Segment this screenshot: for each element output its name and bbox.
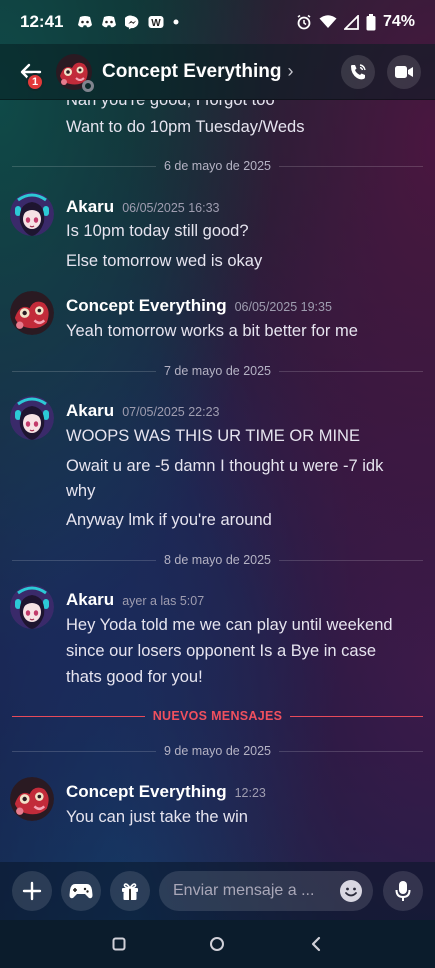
message-text: You can just take the win xyxy=(66,808,248,826)
square-icon xyxy=(112,937,126,951)
system-navigation-bar xyxy=(0,920,435,968)
circle-icon xyxy=(210,937,225,951)
message-text: Nah you're good, I forgot too xyxy=(66,100,275,109)
message-text: Hey Yoda told me we can play until weeke… xyxy=(66,616,393,634)
message-header: Akaru 06/05/2025 16:33 xyxy=(66,197,220,217)
app-screen: 12:41 W 74% 1 Concept Everything › Nah y… xyxy=(0,0,435,968)
message-timestamp: 07/05/2025 22:23 xyxy=(122,405,220,419)
message-text: Want to do 10pm Tuesday/Weds xyxy=(66,118,305,136)
battery-percent: 74% xyxy=(382,13,415,30)
battery-icon xyxy=(366,13,376,30)
back-nav-button[interactable] xyxy=(296,924,336,964)
channel-title[interactable]: Concept Everything xyxy=(102,61,281,83)
message-text: Is 10pm today still good? xyxy=(66,222,249,240)
date-divider: 8 de mayo de 2025 xyxy=(12,550,423,570)
message-text: WOOPS WAS THIS UR TIME OR MINE xyxy=(66,427,360,445)
status-time: 12:41 xyxy=(20,12,64,31)
message-header: Akaru 07/05/2025 22:23 xyxy=(66,401,220,421)
offline-status-dot xyxy=(82,79,94,92)
message-input-wrapper xyxy=(159,871,373,911)
home-button[interactable] xyxy=(197,924,237,964)
avatar[interactable] xyxy=(56,53,94,92)
avatar[interactable] xyxy=(10,777,54,821)
message-text: Anyway lmk if you're around xyxy=(66,511,272,529)
system-icons: 74% xyxy=(296,13,415,31)
robot-avatar-icon xyxy=(10,291,54,335)
chevron-left-icon xyxy=(311,936,320,952)
date-divider-label: 9 de mayo de 2025 xyxy=(163,744,272,758)
avatar[interactable] xyxy=(10,192,54,236)
author-name[interactable]: Akaru xyxy=(66,590,114,610)
date-divider: 9 de mayo de 2025 xyxy=(12,741,423,761)
author-name[interactable]: Concept Everything xyxy=(66,782,227,802)
signal-icon xyxy=(343,14,359,30)
anime-girl-avatar-icon xyxy=(10,396,54,440)
chevron-right-icon[interactable]: › xyxy=(287,61,293,82)
avatar[interactable] xyxy=(10,585,54,629)
avatar[interactable] xyxy=(10,396,54,440)
message-text: since our losers opponent Is a Bye in ca… xyxy=(66,642,377,660)
message-header: Concept Everything 12:23 xyxy=(66,782,266,802)
date-divider-label: 6 de mayo de 2025 xyxy=(163,159,272,173)
emoji-icon[interactable] xyxy=(339,879,363,903)
plus-icon xyxy=(22,881,42,901)
new-messages-divider: NUEVOS MENSAJES xyxy=(12,706,423,726)
activities-button[interactable] xyxy=(61,871,101,911)
add-attachment-button[interactable] xyxy=(12,871,52,911)
message-text: Owait u are -5 damn I thought u were -7 … xyxy=(66,457,384,475)
voice-call-button[interactable] xyxy=(341,54,375,89)
message-header: Akaru ayer a las 5:07 xyxy=(66,590,204,610)
message-timestamp: ayer a las 5:07 xyxy=(122,594,205,608)
recents-button[interactable] xyxy=(99,924,139,964)
author-name[interactable]: Concept Everything xyxy=(66,296,227,316)
message-text: why xyxy=(66,482,96,500)
voice-message-button[interactable] xyxy=(383,871,423,911)
message-text: thats good for you! xyxy=(66,668,203,686)
status-bar: 12:41 W 74% xyxy=(0,0,435,44)
webtoon-icon: W xyxy=(148,16,164,29)
message-timestamp: 12:23 xyxy=(234,786,266,800)
video-call-button[interactable] xyxy=(387,54,421,89)
dot-icon xyxy=(173,19,179,25)
message-timestamp: 06/05/2025 19:35 xyxy=(234,300,332,314)
gift-button[interactable] xyxy=(110,871,150,911)
date-divider: 6 de mayo de 2025 xyxy=(12,156,423,176)
unread-badge: 1 xyxy=(26,72,44,91)
robot-avatar-icon xyxy=(10,777,54,821)
message-timestamp: 06/05/2025 16:33 xyxy=(122,201,220,215)
avatar[interactable] xyxy=(10,291,54,335)
video-call-icon xyxy=(395,65,413,78)
back-button[interactable]: 1 xyxy=(14,55,48,91)
message-input[interactable] xyxy=(173,882,339,900)
message-header: Concept Everything 06/05/2025 19:35 xyxy=(66,296,332,316)
alarm-icon xyxy=(297,14,311,30)
message-list[interactable]: Nah you're good, I forgot too Want to do… xyxy=(0,100,435,858)
svg-text:W: W xyxy=(152,18,162,29)
discord-icon xyxy=(78,16,93,28)
message-composer xyxy=(0,862,435,920)
message-text: Else tomorrow wed is okay xyxy=(66,252,263,270)
date-divider: 7 de mayo de 2025 xyxy=(12,361,423,381)
microphone-icon xyxy=(395,881,411,901)
gamepad-icon xyxy=(69,884,93,899)
voice-call-icon xyxy=(351,63,366,79)
anime-girl-avatar-icon xyxy=(10,585,54,629)
message-text: Yeah tomorrow works a bit better for me xyxy=(66,322,358,340)
notification-icons: W xyxy=(77,15,180,30)
channel-header: 1 Concept Everything › xyxy=(0,44,435,100)
new-messages-label: NUEVOS MENSAJES xyxy=(152,709,283,723)
date-divider-label: 7 de mayo de 2025 xyxy=(163,364,272,378)
discord-icon xyxy=(102,16,117,28)
anime-girl-avatar-icon xyxy=(10,192,54,236)
gift-icon xyxy=(122,883,138,900)
wifi-icon xyxy=(319,15,337,28)
messenger-icon xyxy=(125,15,139,30)
date-divider-label: 8 de mayo de 2025 xyxy=(163,553,272,567)
author-name[interactable]: Akaru xyxy=(66,401,114,421)
author-name[interactable]: Akaru xyxy=(66,197,114,217)
